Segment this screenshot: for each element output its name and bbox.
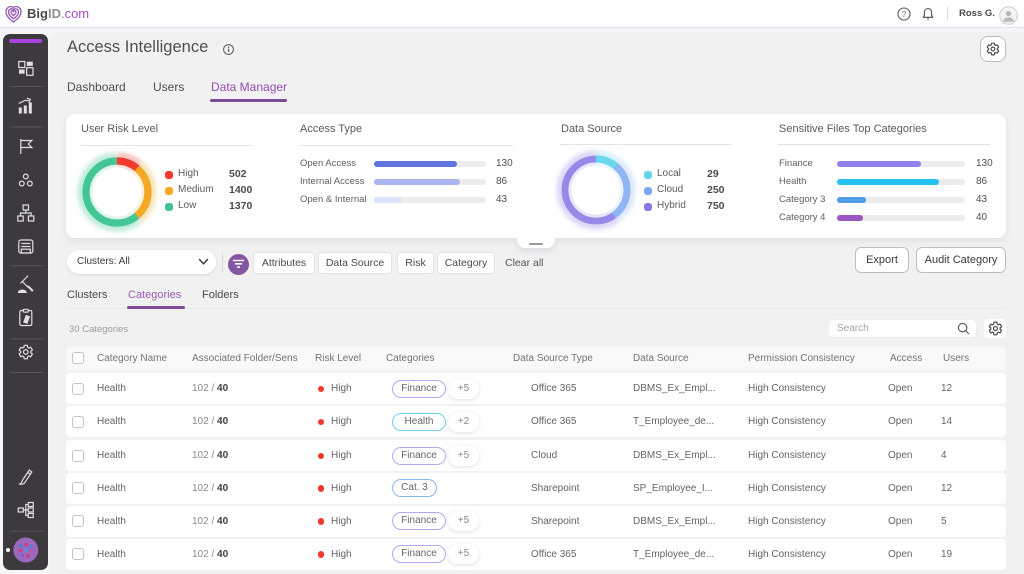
svg-text:?: ? [902, 10, 907, 19]
